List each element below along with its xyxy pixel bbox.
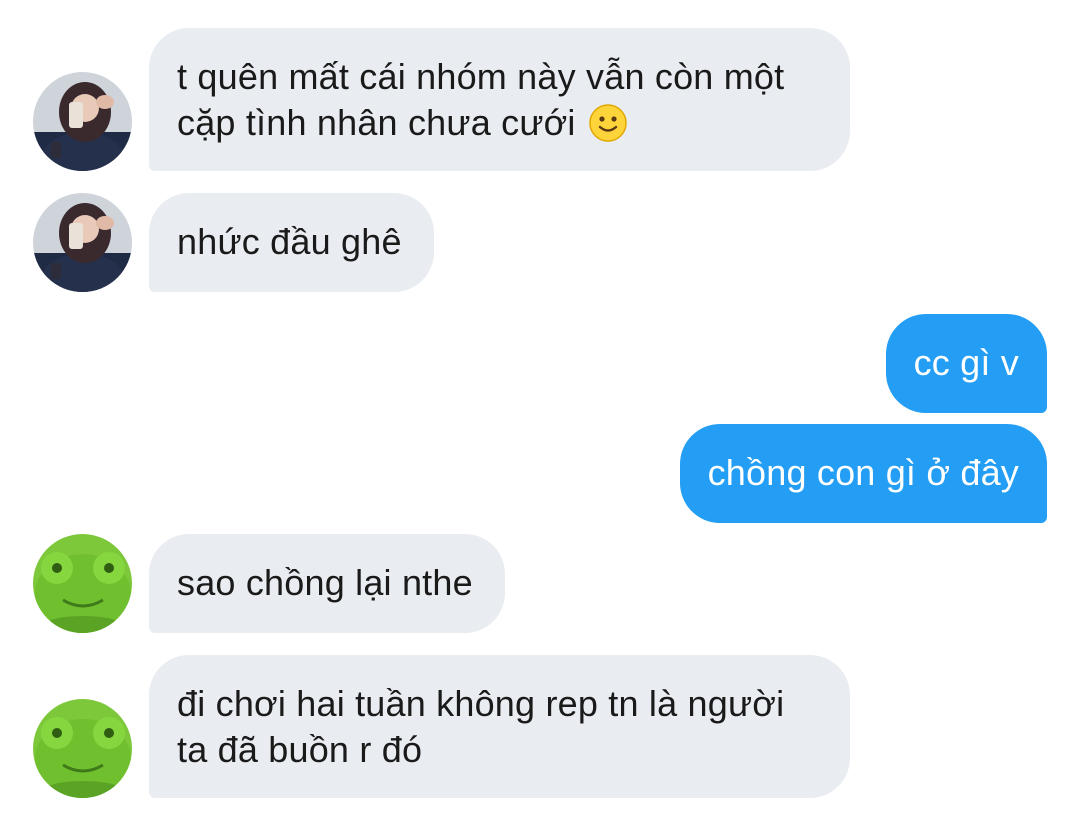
outgoing-message-bubble[interactable]: chồng con gì ở đây xyxy=(679,424,1047,523)
message-text: chồng con gì ở đây xyxy=(707,452,1019,493)
frog-avatar-icon xyxy=(33,534,132,633)
avatar[interactable] xyxy=(33,699,132,798)
girl-avatar-icon xyxy=(33,193,132,292)
message-text: đi chơi hai tuần không rep tn là người t… xyxy=(177,683,785,770)
slightly-smiling-face-icon xyxy=(588,103,628,143)
incoming-message-bubble[interactable]: sao chồng lại nthe xyxy=(149,534,505,633)
avatar[interactable] xyxy=(33,534,132,633)
message-text: nhức đầu ghê xyxy=(177,221,402,262)
incoming-message-bubble[interactable]: nhức đầu ghê xyxy=(149,193,434,292)
avatar[interactable] xyxy=(33,72,132,171)
frog-avatar-icon xyxy=(33,699,132,798)
message-text: cc gì v xyxy=(913,342,1019,383)
outgoing-message-bubble[interactable]: cc gì v xyxy=(885,314,1047,413)
incoming-message-bubble[interactable]: t quên mất cái nhóm này vẫn còn một cặp … xyxy=(149,28,850,171)
message-text: sao chồng lại nthe xyxy=(177,562,473,603)
avatar[interactable] xyxy=(33,193,132,292)
message-text: t quên mất cái nhóm này vẫn còn một cặp … xyxy=(177,56,785,143)
incoming-message-bubble[interactable]: đi chơi hai tuần không rep tn là người t… xyxy=(149,655,850,798)
girl-avatar-icon xyxy=(33,72,132,171)
